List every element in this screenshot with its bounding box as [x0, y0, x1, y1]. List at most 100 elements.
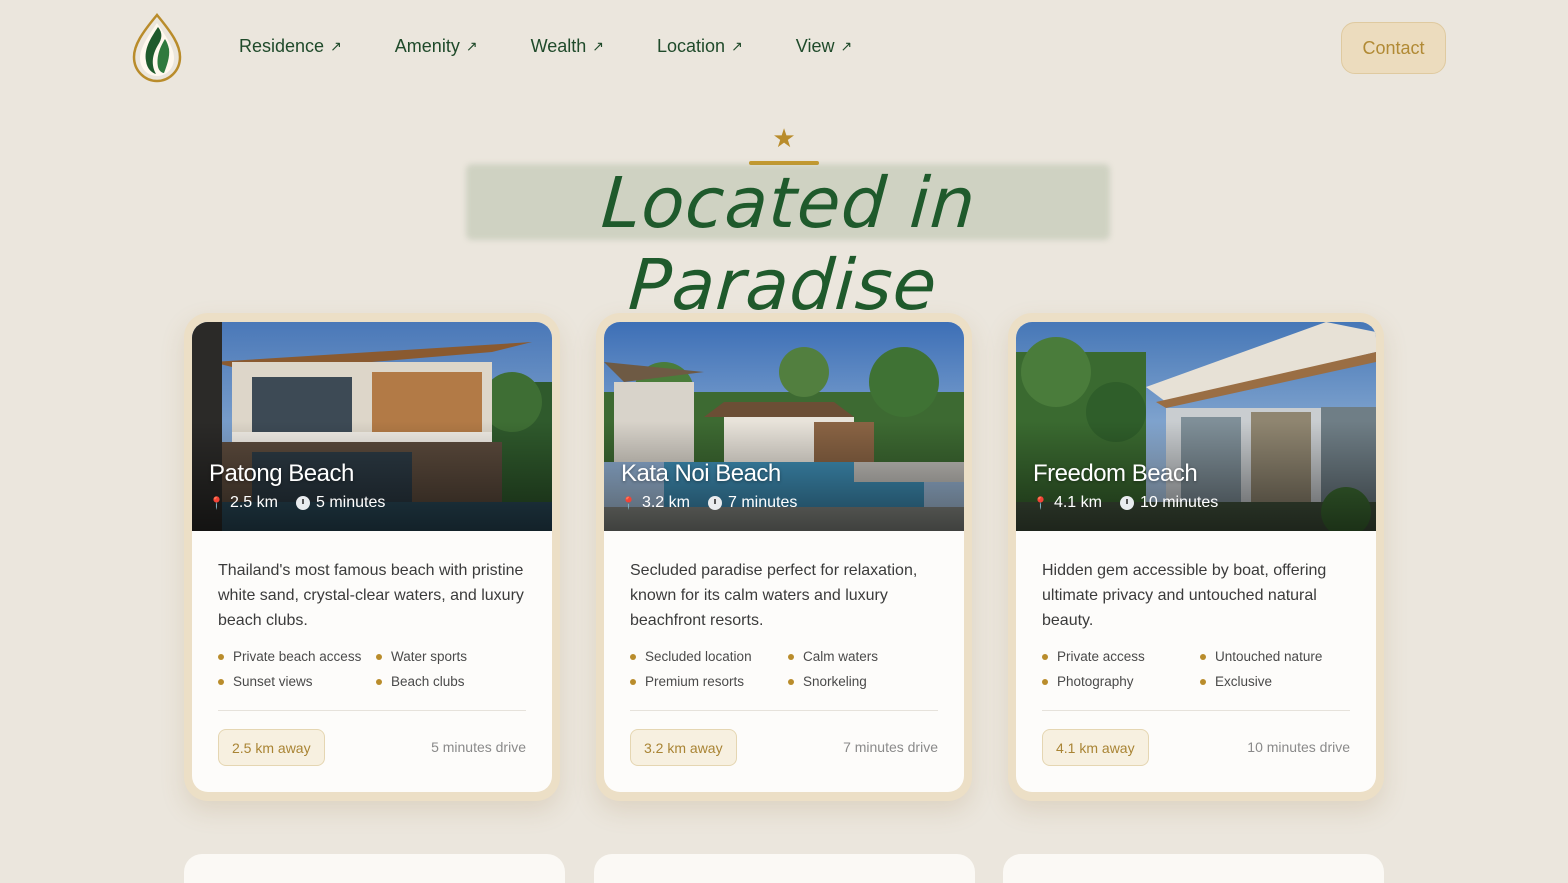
pin-icon: 📍: [621, 496, 636, 510]
next-card: [594, 854, 975, 883]
feature-item: Calm waters: [788, 649, 940, 664]
feature-list: Private beach access Water sports Sunset…: [218, 649, 528, 689]
feature-item: Secluded location: [630, 649, 788, 664]
location-card: Patong Beach 📍 2.5 km 5 minutes Thailand…: [184, 313, 560, 801]
arrow-up-right-icon: ↗: [731, 38, 743, 54]
distance-badge: 4.1 km away: [1042, 729, 1149, 766]
page-title: Located in Paradise: [598, 162, 979, 326]
nav-link-label: Location: [657, 36, 726, 56]
distance-text: 2.5 km: [229, 494, 278, 511]
time-text: 7 minutes: [727, 494, 798, 511]
bullet-icon: [1042, 653, 1048, 660]
bullet-icon: [218, 678, 224, 685]
pin-icon: 📍: [209, 496, 224, 510]
location-card-inner[interactable]: Freedom Beach 📍 4.1 km 10 minutes Hidden…: [1016, 322, 1376, 792]
clock-icon: [295, 496, 310, 510]
card-divider: [1042, 710, 1350, 711]
location-card: Kata Noi Beach 📍 3.2 km 7 minutes Seclud…: [596, 313, 972, 801]
feature-item: Photography: [1042, 674, 1200, 689]
location-name: Patong Beach: [209, 460, 354, 487]
bullet-icon: [630, 678, 636, 685]
arrow-up-right-icon: ↗: [592, 38, 604, 54]
leaf-logo[interactable]: [132, 13, 182, 83]
time-text: 5 minutes: [315, 494, 386, 511]
arrow-up-right-icon: ↗: [465, 38, 478, 54]
bullet-icon: [1042, 678, 1048, 685]
location-photo: Kata Noi Beach 📍 3.2 km 7 minutes: [604, 322, 964, 531]
pin-icon: 📍: [1033, 496, 1048, 510]
distance-text: 4.1 km: [1053, 494, 1102, 511]
top-navigation: Residence ↗ Amenity ↗ Wealth ↗ Location …: [0, 0, 1568, 96]
feature-label: Snorkeling: [803, 674, 867, 689]
feature-label: Private access: [1057, 649, 1145, 664]
nav-link-label: Residence: [239, 36, 325, 56]
distance-badge: 3.2 km away: [630, 729, 737, 766]
clock-icon: [1119, 496, 1134, 510]
time-text: 10 minutes: [1139, 494, 1219, 511]
drive-time: 7 minutes drive: [843, 739, 938, 755]
nav-link-location[interactable]: Location ↗: [657, 36, 743, 57]
bullet-icon: [218, 653, 224, 660]
nav-link-view[interactable]: View ↗: [796, 36, 852, 57]
contact-button[interactable]: Contact: [1341, 22, 1446, 74]
feature-item: Premium resorts: [630, 674, 788, 689]
clock-icon: [707, 496, 722, 510]
feature-label: Untouched nature: [1215, 649, 1323, 664]
feature-item: Beach clubs: [376, 674, 528, 689]
location-card-inner[interactable]: Patong Beach 📍 2.5 km 5 minutes Thailand…: [192, 322, 552, 792]
feature-item: Private beach access: [218, 649, 376, 664]
distance-text: 3.2 km: [641, 494, 690, 511]
feature-item: Sunset views: [218, 674, 376, 689]
distance-badge: 2.5 km away: [218, 729, 325, 766]
nav-links: Residence ↗ Amenity ↗ Wealth ↗ Location …: [239, 36, 852, 57]
feature-list: Secluded location Calm waters Premium re…: [630, 649, 940, 689]
feature-item: Exclusive: [1200, 674, 1352, 689]
bullet-icon: [1200, 678, 1206, 685]
bullet-icon: [788, 678, 794, 685]
nav-link-wealth[interactable]: Wealth ↗: [531, 36, 604, 57]
arrow-up-right-icon: ↗: [330, 38, 342, 54]
location-description: Thailand's most famous beach with pristi…: [218, 562, 524, 629]
feature-label: Photography: [1057, 674, 1134, 689]
feature-item: Private access: [1042, 649, 1200, 664]
feature-label: Water sports: [391, 649, 468, 664]
feature-label: Secluded location: [645, 649, 752, 664]
feature-label: Premium resorts: [645, 674, 745, 689]
card-divider: [630, 710, 938, 711]
location-description: Hidden gem accessible by boat, offering …: [1042, 562, 1327, 629]
next-card: [184, 854, 565, 883]
feature-item: Water sports: [376, 649, 528, 664]
next-card: [1003, 854, 1384, 883]
location-card: Freedom Beach 📍 4.1 km 10 minutes Hidden…: [1008, 313, 1384, 801]
drive-time: 10 minutes drive: [1247, 739, 1350, 755]
nav-link-label: Amenity: [394, 36, 460, 56]
feature-label: Beach clubs: [391, 674, 465, 689]
card-divider: [218, 710, 526, 711]
nav-link-label: Wealth: [530, 36, 587, 56]
feature-item: Untouched nature: [1200, 649, 1352, 664]
drive-time: 5 minutes drive: [431, 739, 526, 755]
nav-link-label: View: [795, 36, 835, 56]
bullet-icon: [630, 653, 636, 660]
feature-label: Sunset views: [233, 674, 313, 689]
nav-link-residence[interactable]: Residence ↗: [239, 36, 342, 57]
feature-label: Calm waters: [803, 649, 879, 664]
bullet-icon: [376, 653, 382, 660]
bullet-icon: [788, 653, 794, 660]
feature-list: Private access Untouched nature Photogra…: [1042, 649, 1352, 689]
location-card-inner[interactable]: Kata Noi Beach 📍 3.2 km 7 minutes Seclud…: [604, 322, 964, 792]
arrow-up-right-icon: ↗: [840, 38, 853, 54]
star-icon: ★: [772, 123, 796, 153]
feature-label: Exclusive: [1215, 674, 1273, 689]
location-photo: Patong Beach 📍 2.5 km 5 minutes: [192, 322, 552, 531]
location-name: Freedom Beach: [1033, 460, 1198, 487]
nav-link-amenity[interactable]: Amenity ↗: [395, 36, 478, 57]
location-meta: 📍 4.1 km 10 minutes: [1033, 494, 1218, 512]
location-meta: 📍 2.5 km 5 minutes: [209, 494, 385, 512]
location-description: Secluded paradise perfect for relaxation…: [630, 562, 918, 629]
bullet-icon: [376, 678, 382, 685]
location-name: Kata Noi Beach: [621, 460, 781, 487]
location-photo: Freedom Beach 📍 4.1 km 10 minutes: [1016, 322, 1376, 531]
feature-item: Snorkeling: [788, 674, 940, 689]
feature-label: Private beach access: [233, 649, 362, 664]
